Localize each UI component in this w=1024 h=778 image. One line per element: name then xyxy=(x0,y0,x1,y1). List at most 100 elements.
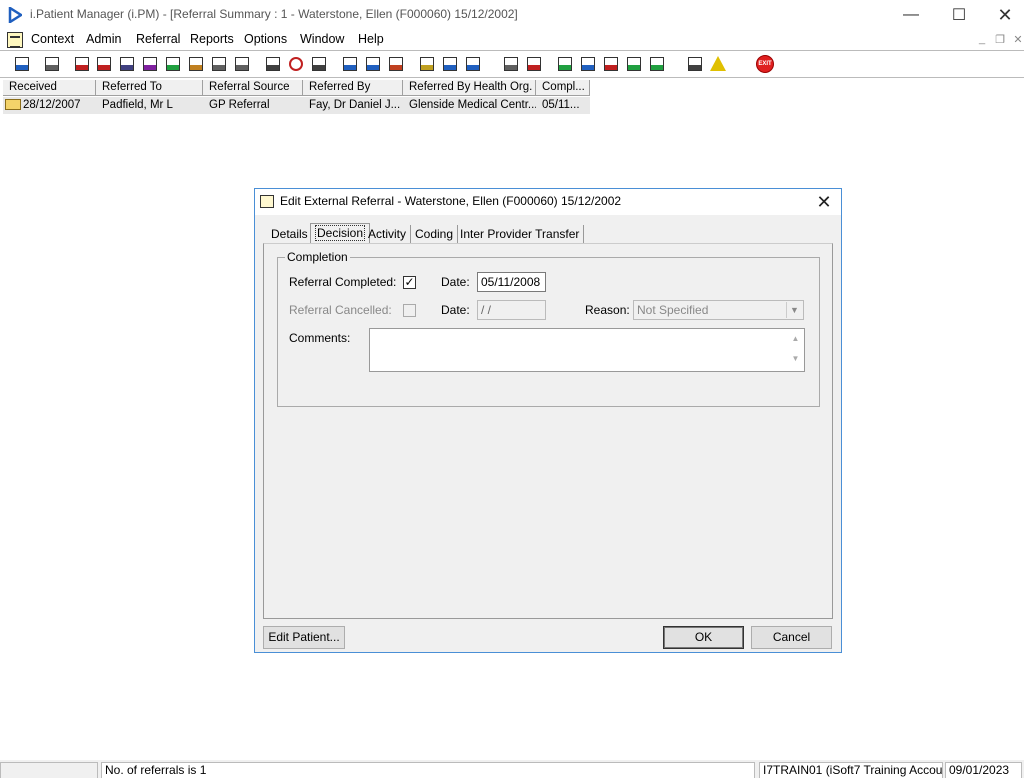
comments-scrollbar[interactable]: ▲ ▼ xyxy=(787,329,804,371)
scroll-down-icon[interactable]: ▼ xyxy=(787,349,804,369)
referral-arrow-icon xyxy=(235,57,249,71)
person-green-toolbar-button[interactable] xyxy=(163,54,183,74)
folder-icon xyxy=(5,99,21,110)
completed-date-label: Date: xyxy=(441,275,470,289)
patient-icon xyxy=(15,57,29,71)
calendar-edit-toolbar-button[interactable] xyxy=(363,54,383,74)
calendar-toolbar-button[interactable] xyxy=(340,54,360,74)
dialog-close-button[interactable]: ✕ xyxy=(813,191,835,213)
checklist-green-icon xyxy=(627,57,641,71)
search-document-icon xyxy=(266,57,280,71)
check-mark-icon: ✓ xyxy=(404,275,415,289)
column-header-referred-to[interactable]: Referred To xyxy=(96,80,203,96)
table-row[interactable]: 28/12/2007 Padfield, Mr L GP Referral Fa… xyxy=(3,97,590,114)
clock-toolbar-button[interactable] xyxy=(286,54,306,74)
calendar-edit-icon xyxy=(366,57,380,71)
tab-inter-provider-transfer-label: Inter Provider Transfer xyxy=(460,227,580,241)
status-user: I7TRAIN01 (iSoft7 Training Account) xyxy=(759,762,943,778)
tab-inter-provider-transfer[interactable]: Inter Provider Transfer xyxy=(456,225,585,243)
menu-context[interactable]: Context xyxy=(31,32,74,46)
form-edit-toolbar-button[interactable] xyxy=(186,54,206,74)
scroll-up-icon[interactable]: ▲ xyxy=(787,329,804,349)
reason-select[interactable]: Not Specified ▼ xyxy=(633,300,804,320)
decision-tab-panel: Completion Referral Completed: ✓ Date: 0… xyxy=(263,243,833,619)
ambulance-toolbar-button[interactable] xyxy=(440,54,460,74)
menu-help[interactable]: Help xyxy=(358,32,384,46)
maximize-button[interactable]: ☐ xyxy=(936,0,982,30)
menu-referral[interactable]: Referral xyxy=(136,32,180,46)
close-window-button[interactable]: ✕ xyxy=(982,0,1024,30)
mdi-minimize-button[interactable]: _ xyxy=(974,33,990,47)
printer-toolbar-button[interactable] xyxy=(42,54,62,74)
search-document-toolbar-button[interactable] xyxy=(263,54,283,74)
column-header-referral-source[interactable]: Referral Source xyxy=(203,80,303,96)
status-bar: No. of referrals is 1 I7TRAIN01 (iSoft7 … xyxy=(0,760,1024,778)
warning-toolbar-button[interactable] xyxy=(708,54,728,74)
globe-clock-toolbar-button[interactable] xyxy=(386,54,406,74)
referral-toolbar-button[interactable] xyxy=(209,54,229,74)
cell-received-text: 28/12/2007 xyxy=(23,99,81,111)
cell-referred-by-health-org: Glenside Medical Centr... xyxy=(409,99,536,111)
book-red-toolbar-button[interactable] xyxy=(72,54,92,74)
comments-textarea[interactable]: ▲ ▼ xyxy=(369,328,805,372)
menu-window[interactable]: Window xyxy=(300,32,344,46)
bed-toolbar-button[interactable] xyxy=(463,54,483,74)
minimize-button[interactable]: — xyxy=(888,0,934,30)
tab-coding[interactable]: Coding xyxy=(411,225,459,243)
checklist-icon xyxy=(581,57,595,71)
notes-toolbar-button[interactable] xyxy=(417,54,437,74)
column-header-received[interactable]: Received xyxy=(3,80,96,96)
edit-red-toolbar-button[interactable] xyxy=(94,54,114,74)
cancel-button[interactable]: Cancel xyxy=(751,626,832,649)
checklist-red-toolbar-button[interactable] xyxy=(601,54,621,74)
edit-patient-button[interactable]: Edit Patient... xyxy=(263,626,345,649)
printer-icon xyxy=(45,57,59,71)
referral-completed-label: Referral Completed: xyxy=(289,275,397,289)
cancelled-date-field[interactable]: / / xyxy=(477,300,546,320)
page-toolbar-button[interactable] xyxy=(501,54,521,74)
globe-toolbar-button[interactable] xyxy=(555,54,575,74)
patient-toolbar-button[interactable] xyxy=(12,54,32,74)
checklist-toolbar-button[interactable] xyxy=(578,54,598,74)
menu-options[interactable]: Options xyxy=(244,32,287,46)
column-header-completed[interactable]: Compl... xyxy=(536,80,590,96)
checklist-red-icon xyxy=(604,57,618,71)
referral-cancelled-checkbox[interactable] xyxy=(403,304,416,317)
tab-details[interactable]: Details xyxy=(267,225,313,243)
mdi-restore-button[interactable]: ❐ xyxy=(992,33,1008,47)
mdi-document-icon[interactable] xyxy=(7,32,23,48)
menu-admin[interactable]: Admin xyxy=(86,32,121,46)
cell-completed: 05/11... xyxy=(542,99,580,111)
menu-reports[interactable]: Reports xyxy=(190,32,234,46)
warning-icon xyxy=(710,56,726,71)
mdi-close-button[interactable]: ✕ xyxy=(1010,33,1024,47)
cancelled-date-label: Date: xyxy=(441,303,470,317)
list-toolbar-button[interactable] xyxy=(309,54,329,74)
column-header-referred-by-health-org[interactable]: Referred By Health Org. xyxy=(403,80,536,96)
m-letter-toolbar-button[interactable] xyxy=(140,54,160,74)
tab-activity[interactable]: Activity xyxy=(364,225,412,243)
document-magnify-toolbar-button[interactable] xyxy=(117,54,137,74)
referral-arrow-toolbar-button[interactable] xyxy=(232,54,252,74)
checklist-green-toolbar-button[interactable] xyxy=(624,54,644,74)
checklist-arrow-toolbar-button[interactable] xyxy=(647,54,667,74)
menu-bar: Context Admin Referral Reports Options W… xyxy=(0,30,1024,50)
status-panel-blank xyxy=(0,762,98,778)
referral-list-header: Received Referred To Referral Source Ref… xyxy=(3,80,590,96)
status-date: 09/01/2023 xyxy=(945,762,1022,778)
swap-toolbar-button[interactable] xyxy=(685,54,705,74)
tab-details-label: Details xyxy=(271,227,308,241)
chevron-down-icon[interactable]: ▼ xyxy=(786,302,802,318)
exit-toolbar-button[interactable]: EXIT xyxy=(755,54,775,74)
list-icon xyxy=(312,57,326,71)
referral-completed-checkbox[interactable]: ✓ xyxy=(403,276,416,289)
referral-cancelled-label: Referral Cancelled: xyxy=(289,303,392,317)
column-header-referred-by[interactable]: Referred By xyxy=(303,80,403,96)
completed-date-field[interactable]: 05/11/2008 xyxy=(477,272,546,292)
tab-decision[interactable]: Decision xyxy=(310,223,371,243)
ambulance-icon xyxy=(443,57,457,71)
reason-select-value: Not Specified xyxy=(637,303,709,317)
chart-toolbar-button[interactable] xyxy=(524,54,544,74)
window-titlebar: i.Patient Manager (i.PM) - [Referral Sum… xyxy=(0,0,1024,30)
ok-button[interactable]: OK xyxy=(663,626,744,649)
